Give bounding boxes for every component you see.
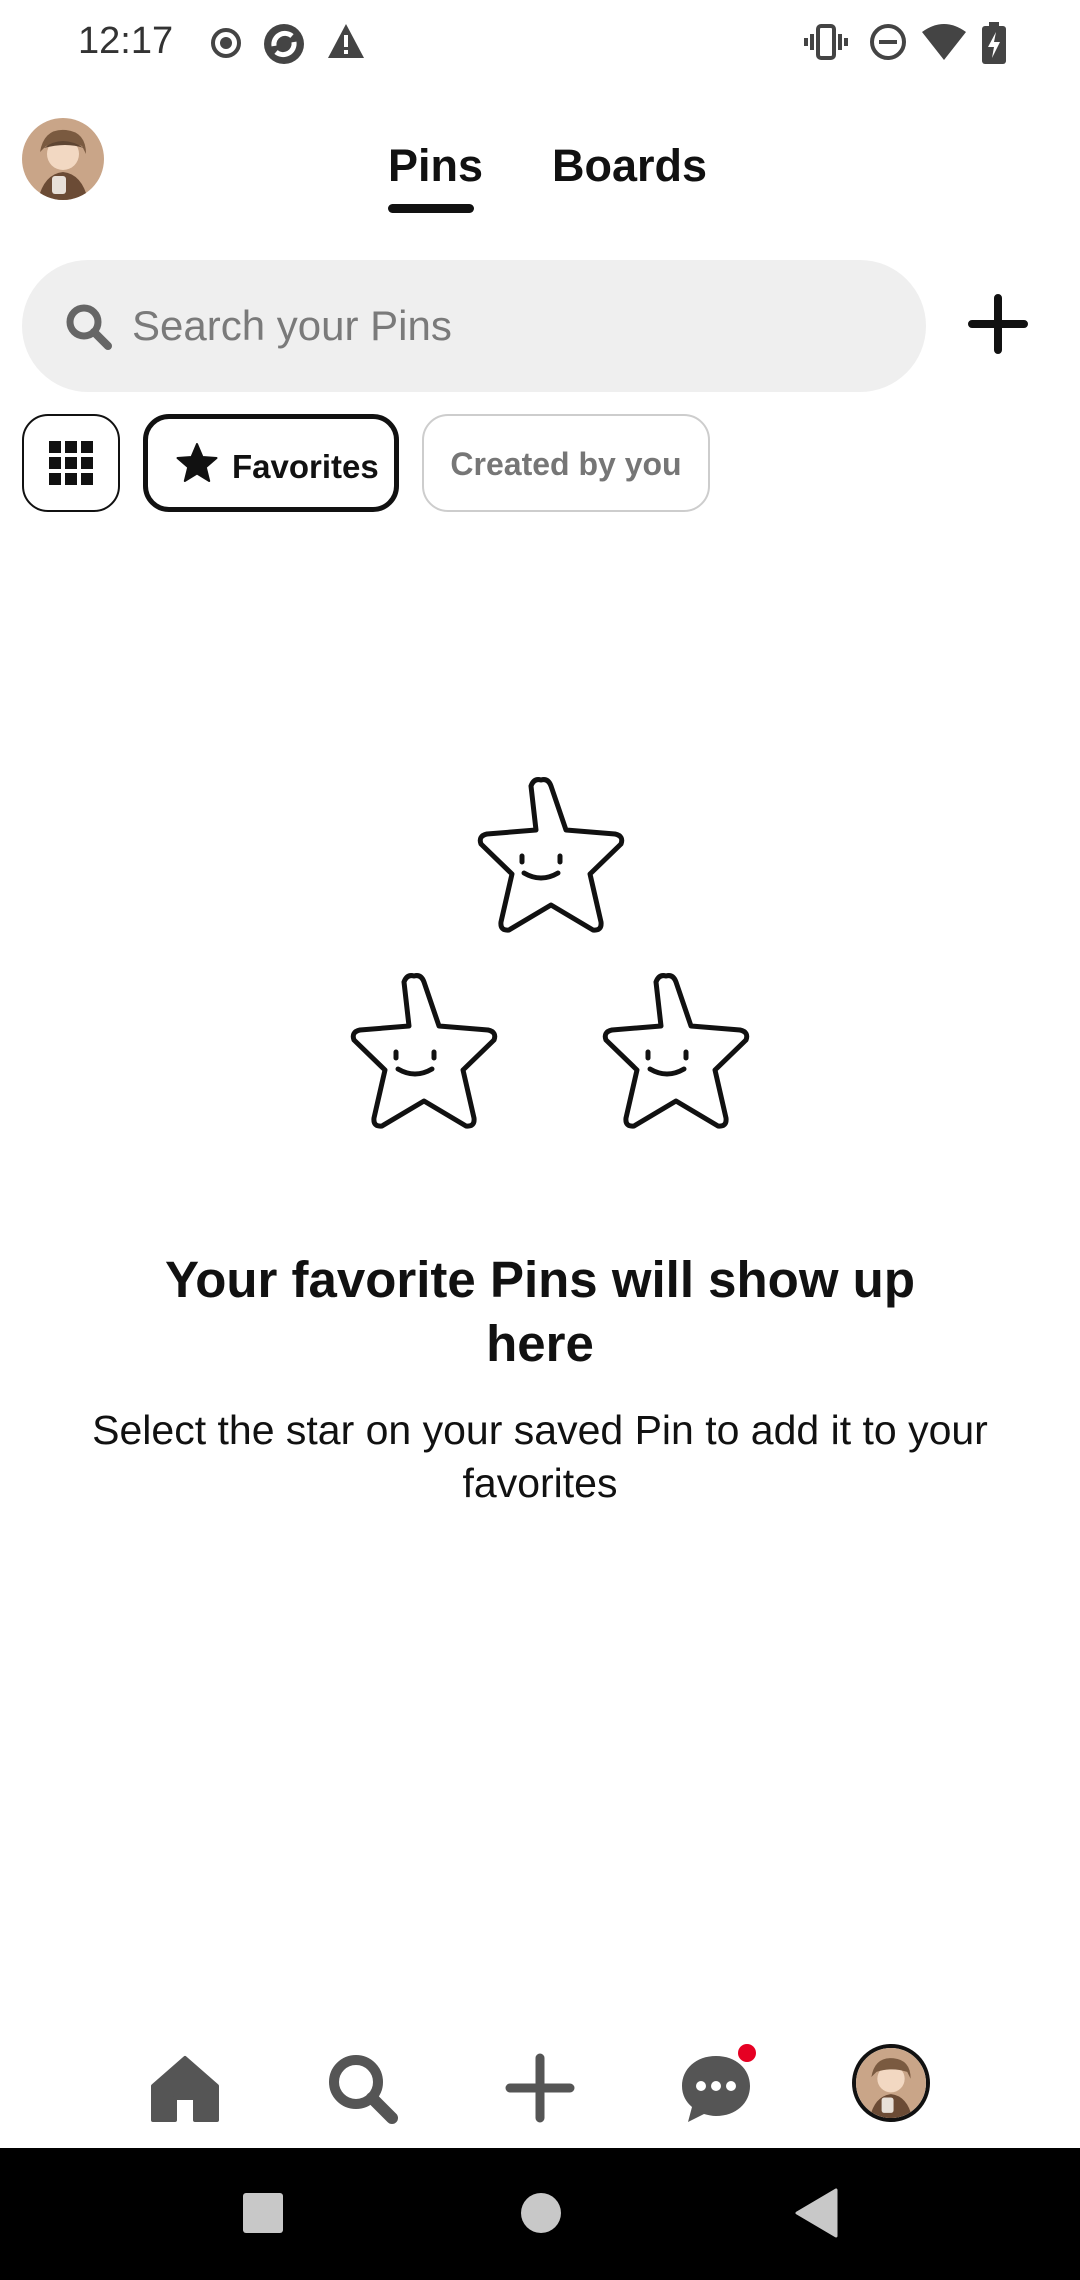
empty-state-title: Your favorite Pins will show up here bbox=[165, 1251, 915, 1372]
recents-icon[interactable] bbox=[242, 2192, 284, 2234]
notification-dot bbox=[738, 2044, 756, 2062]
active-tab-indicator bbox=[388, 204, 474, 213]
vibrate-icon bbox=[804, 24, 848, 60]
tab-pins[interactable]: Pins bbox=[388, 140, 483, 192]
warning-icon bbox=[328, 24, 364, 58]
profile-avatar[interactable] bbox=[22, 118, 104, 200]
empty-state-subtitle: Select the star on your saved Pin to add… bbox=[92, 1407, 988, 1506]
avatar-image bbox=[22, 118, 104, 200]
status-bar: 12:17 bbox=[0, 0, 1080, 88]
search-icon bbox=[66, 304, 112, 350]
do-not-disturb-icon bbox=[870, 24, 906, 60]
search-icon bbox=[329, 2055, 398, 2124]
status-time: 12:17 bbox=[78, 20, 174, 62]
favorites-filter-chip[interactable]: Favorites bbox=[143, 414, 399, 512]
nav-messages[interactable] bbox=[676, 2044, 756, 2128]
star-icon bbox=[176, 443, 218, 482]
record-icon bbox=[211, 28, 241, 58]
system-nav-bar bbox=[0, 2148, 1080, 2280]
wifi-icon bbox=[922, 24, 966, 60]
back-icon[interactable] bbox=[794, 2188, 838, 2238]
nav-create[interactable] bbox=[500, 2048, 580, 2128]
created-by-you-filter-chip[interactable]: Created by you bbox=[422, 414, 710, 512]
nav-profile-avatar[interactable] bbox=[852, 2044, 930, 2122]
avatar-image bbox=[856, 2048, 926, 2118]
create-icon bbox=[505, 2053, 575, 2123]
nav-search[interactable] bbox=[322, 2048, 402, 2128]
bottom-nav bbox=[0, 2030, 1080, 2146]
smiling-stars-icon bbox=[350, 777, 750, 1129]
add-pin-button[interactable] bbox=[966, 292, 1030, 356]
grid-icon bbox=[49, 441, 93, 485]
home-system-icon[interactable] bbox=[520, 2192, 562, 2234]
nav-home[interactable] bbox=[145, 2048, 225, 2128]
layout-grid-button[interactable] bbox=[22, 414, 120, 512]
favorites-chip-label: Favorites bbox=[232, 448, 379, 485]
battery-charging-icon bbox=[982, 22, 1006, 64]
home-icon bbox=[151, 2056, 219, 2122]
created-chip-label: Created by you bbox=[450, 446, 682, 482]
tab-boards[interactable]: Boards bbox=[552, 140, 707, 192]
sync-icon bbox=[264, 24, 304, 64]
search-placeholder: Search your Pins bbox=[132, 302, 452, 349]
search-input[interactable]: Search your Pins bbox=[22, 260, 926, 392]
